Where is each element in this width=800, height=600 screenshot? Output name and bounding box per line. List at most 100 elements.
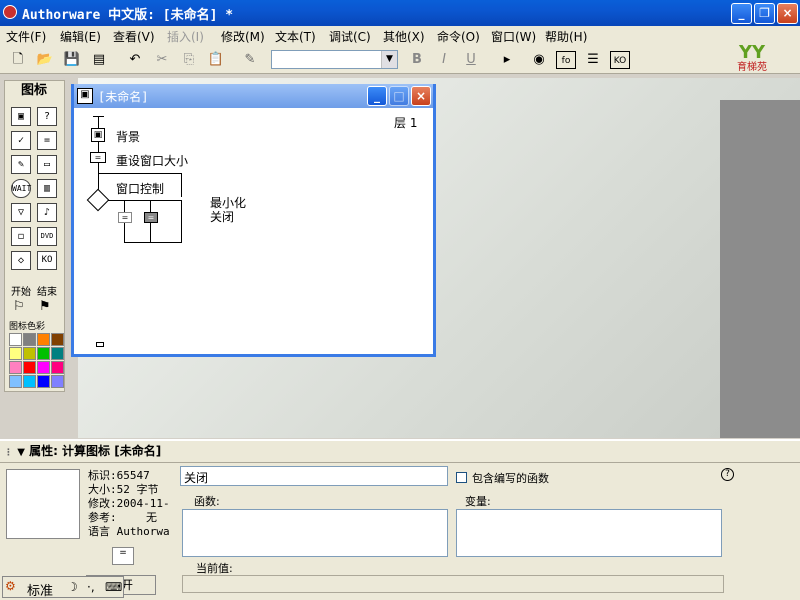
close-button[interactable]: ×: [777, 3, 798, 24]
icon-color-label: 图标色彩: [9, 322, 46, 332]
calculation-icon[interactable]: =: [37, 131, 57, 150]
open-folder-icon[interactable]: 📂: [35, 51, 55, 69]
sound-icon[interactable]: ♪: [37, 203, 57, 222]
ime-mode-label[interactable]: 标准: [27, 580, 53, 599]
color-swatch[interactable]: [23, 375, 36, 388]
knowledge-objects-icon[interactable]: KO: [610, 51, 630, 69]
find-icon[interactable]: ✎: [240, 51, 260, 69]
flow-node-background-icon[interactable]: ▣: [91, 128, 105, 142]
bold-button[interactable]: B: [407, 51, 427, 69]
icon-name-field[interactable]: 关闭: [180, 466, 448, 486]
chevron-down-icon[interactable]: ▼: [381, 51, 397, 68]
undo-icon[interactable]: ↶: [125, 51, 145, 69]
help-icon[interactable]: ?: [721, 468, 734, 481]
color-swatch[interactable]: [9, 347, 22, 360]
include-functions-label: 包含编写的函数: [472, 472, 549, 485]
loop-right-line: [181, 173, 182, 197]
color-swatch[interactable]: [51, 333, 64, 346]
color-swatch[interactable]: [37, 347, 50, 360]
wait-icon[interactable]: ✎: [11, 155, 31, 174]
current-value-field[interactable]: [182, 575, 724, 593]
flow-node-window-control-label[interactable]: 窗口控制: [116, 180, 164, 197]
menu-window[interactable]: 窗口(W): [491, 28, 536, 45]
color-swatch[interactable]: [51, 361, 64, 374]
paste-icon[interactable]: 📋: [206, 51, 226, 69]
menu-text[interactable]: 文本(T): [275, 28, 316, 45]
text-style-select[interactable]: ▼: [271, 50, 398, 69]
app-icon: [3, 5, 17, 19]
menu-modify[interactable]: 修改(M): [221, 28, 265, 45]
menu-view[interactable]: 查看(V): [113, 28, 155, 45]
menu-command[interactable]: 命令(O): [437, 28, 480, 45]
color-swatch[interactable]: [23, 347, 36, 360]
end-flag-icon[interactable]: ⚑: [39, 299, 51, 314]
erase-icon[interactable]: ✓: [11, 131, 31, 150]
ime-logo-icon[interactable]: ⚙: [5, 579, 16, 593]
color-swatch[interactable]: [37, 375, 50, 388]
menu-file[interactable]: 文件(F): [6, 28, 46, 45]
menu-insert[interactable]: 插入(I): [167, 28, 204, 45]
interaction-icon[interactable]: ◻: [11, 227, 31, 246]
flow-node-close-icon[interactable]: =: [144, 212, 158, 223]
wait-button-icon[interactable]: WAIT: [11, 179, 31, 198]
functions-list[interactable]: [182, 509, 448, 557]
include-functions-checkbox[interactable]: [456, 472, 467, 483]
logo: YY 育梯苑: [722, 44, 782, 74]
italic-button[interactable]: I: [434, 51, 454, 69]
import-icon[interactable]: ▤: [89, 51, 109, 69]
menu-debug[interactable]: 调试(C): [329, 28, 371, 45]
color-swatch[interactable]: [51, 347, 64, 360]
flow-minimize-button[interactable]: _: [367, 86, 387, 106]
map-icon[interactable]: ◇: [11, 251, 31, 270]
variables-list[interactable]: [456, 509, 722, 557]
control-panel-icon[interactable]: ◉: [529, 51, 549, 69]
cut-icon[interactable]: ✂: [152, 51, 172, 69]
menu-other[interactable]: 其他(X): [383, 28, 425, 45]
title-bar: Authorware 中文版: [未命名] * _ ❐ ×: [0, 0, 800, 26]
flow-close-button[interactable]: ×: [411, 86, 431, 106]
minimize-button[interactable]: _: [731, 3, 752, 24]
flow-node-minimize-icon[interactable]: =: [118, 212, 132, 223]
dvd-icon[interactable]: DVD: [37, 227, 57, 246]
menu-help[interactable]: 帮助(H): [545, 28, 587, 45]
ime-toolbar: ⚙ 标准 ☽ ·, ⌨: [2, 576, 124, 599]
start-flag-icon[interactable]: ⚐: [13, 299, 25, 314]
color-swatch[interactable]: [23, 361, 36, 374]
flow-node-close-label[interactable]: 关闭: [210, 208, 234, 225]
save-all-icon[interactable]: 💾: [62, 51, 82, 69]
color-swatch[interactable]: [37, 333, 50, 346]
ko-icon[interactable]: KO: [37, 251, 57, 270]
copy-icon[interactable]: ⎘: [179, 51, 199, 69]
variables-icon[interactable]: ☰: [583, 51, 603, 69]
collapse-arrow-icon[interactable]: ▼: [17, 447, 25, 458]
color-swatch[interactable]: [51, 375, 64, 388]
navigate-icon[interactable]: ▭: [37, 155, 57, 174]
color-swatch[interactable]: [23, 333, 36, 346]
soft-keyboard-icon[interactable]: ⌨: [105, 580, 122, 594]
flow-window-titlebar[interactable]: ▣ [未命名] _ □ ×: [74, 84, 433, 108]
flow-node-resize-label[interactable]: 重设窗口大小: [116, 152, 188, 169]
motion-icon[interactable]: ?: [37, 107, 57, 126]
menu-edit[interactable]: 编辑(E): [60, 28, 101, 45]
branch-end-line: [181, 200, 182, 242]
flow-maximize-button[interactable]: □: [389, 86, 409, 106]
punctuation-icon[interactable]: ·,: [87, 580, 95, 594]
flow-node-resize-icon[interactable]: =: [90, 152, 106, 163]
flow-node-interaction-icon[interactable]: [86, 188, 110, 212]
underline-button[interactable]: U: [461, 51, 481, 69]
restart-icon[interactable]: ▸: [497, 51, 517, 69]
properties-header[interactable]: ⋮ ▼ 属性: 计算图标 [未命名]: [0, 441, 800, 463]
color-swatch[interactable]: [9, 361, 22, 374]
new-file-icon[interactable]: 🗋: [8, 51, 28, 69]
decision-icon[interactable]: ▽: [11, 203, 31, 222]
app-title: Authorware 中文版: [未命名] *: [22, 8, 234, 23]
half-width-icon[interactable]: ☽: [67, 580, 78, 594]
functions-icon[interactable]: fo: [556, 51, 576, 69]
color-swatch[interactable]: [9, 333, 22, 346]
restore-button[interactable]: ❐: [754, 3, 775, 24]
color-swatch[interactable]: [37, 361, 50, 374]
framework-icon[interactable]: ▥: [37, 179, 57, 198]
display-icon[interactable]: ▣: [11, 107, 31, 126]
flow-node-background-label[interactable]: 背景: [116, 128, 140, 145]
color-swatch[interactable]: [9, 375, 22, 388]
